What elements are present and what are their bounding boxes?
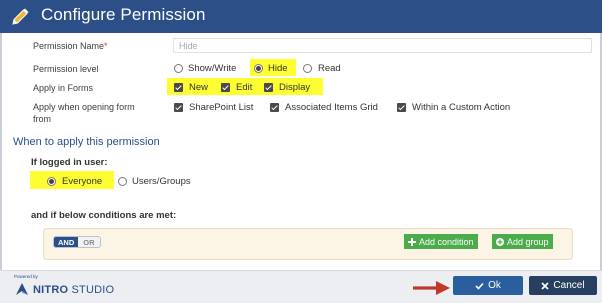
logged-in-user-label: If logged in user:	[31, 157, 108, 168]
apply-in-forms-label: Apply in Forms	[33, 83, 94, 93]
ok-label: Ok	[488, 280, 501, 291]
permission-name-input[interactable]: Hide	[173, 38, 592, 53]
add-condition-button[interactable]: Add condition	[404, 234, 478, 249]
toggle-or[interactable]: OR	[78, 237, 100, 247]
dialog-header: Configure Permission	[0, 0, 602, 33]
checkbox-new[interactable]	[174, 83, 183, 92]
permission-name-label: Permission Name*	[33, 41, 108, 51]
permission-name-value: Hide	[179, 41, 198, 51]
ok-button[interactable]: Ok	[453, 276, 523, 295]
radio-users-groups-label: Users/Groups	[132, 176, 191, 187]
close-icon	[541, 281, 549, 290]
radio-read-label: Read	[318, 63, 341, 74]
apply-when-opening-label-line1: Apply when opening form	[33, 102, 135, 112]
checkbox-associated-items-grid[interactable]	[270, 103, 279, 112]
radio-show-write[interactable]	[174, 64, 183, 73]
annotation-arrow-icon	[413, 281, 450, 295]
powered-by-text: Powered by	[14, 274, 38, 279]
and-or-toggle[interactable]: AND OR	[53, 236, 101, 248]
checkbox-display[interactable]	[264, 83, 273, 92]
plus-circle-icon	[496, 237, 504, 246]
cancel-button[interactable]: Cancel	[529, 276, 597, 295]
check-icon	[475, 282, 484, 290]
radio-hide-label: Hide	[268, 63, 288, 74]
checkbox-sharepoint-list[interactable]	[174, 103, 183, 112]
permission-level-label: Permission level	[33, 64, 99, 74]
checkbox-sharepoint-list-label: SharePoint List	[189, 102, 254, 113]
radio-show-write-label: Show/Write	[188, 63, 237, 74]
toggle-and[interactable]: AND	[54, 237, 79, 247]
radio-users-groups[interactable]	[118, 177, 127, 186]
configure-permission-dialog: Configure Permission Permission Name* Hi…	[0, 0, 602, 303]
radio-hide[interactable]	[254, 64, 263, 73]
dialog-footer: Powered by NITRO STUDIO Ok Cancel	[0, 270, 602, 303]
dialog-title: Configure Permission	[41, 5, 206, 24]
checkbox-edit-label: Edit	[236, 82, 253, 93]
cancel-label: Cancel	[553, 280, 585, 291]
checkbox-associated-items-grid-label: Associated Items Grid	[285, 102, 378, 113]
apply-when-opening-label-line2: from	[33, 114, 51, 124]
brand-name: NITRO STUDIO	[33, 284, 115, 296]
radio-everyone[interactable]	[47, 177, 56, 186]
checkbox-new-label: New	[189, 82, 209, 93]
when-to-apply-heading: When to apply this permission	[13, 136, 160, 148]
checkbox-custom-action[interactable]	[397, 103, 406, 112]
checkbox-display-label: Display	[279, 82, 311, 93]
required-marker: *	[104, 41, 108, 51]
add-group-label: Add group	[507, 236, 549, 247]
plus-icon	[408, 237, 416, 246]
radio-everyone-label: Everyone	[62, 176, 103, 187]
pencil-icon	[12, 8, 29, 25]
conditions-builder: AND OR Add condition Add group	[43, 228, 573, 260]
add-condition-label: Add condition	[419, 236, 474, 247]
checkbox-custom-action-label: Within a Custom Action	[412, 102, 511, 113]
conditions-label: and if below conditions are met:	[31, 210, 177, 221]
radio-read[interactable]	[303, 64, 312, 73]
add-group-button[interactable]: Add group	[492, 234, 553, 249]
nitro-logo-icon	[16, 283, 28, 295]
checkbox-edit[interactable]	[221, 83, 230, 92]
